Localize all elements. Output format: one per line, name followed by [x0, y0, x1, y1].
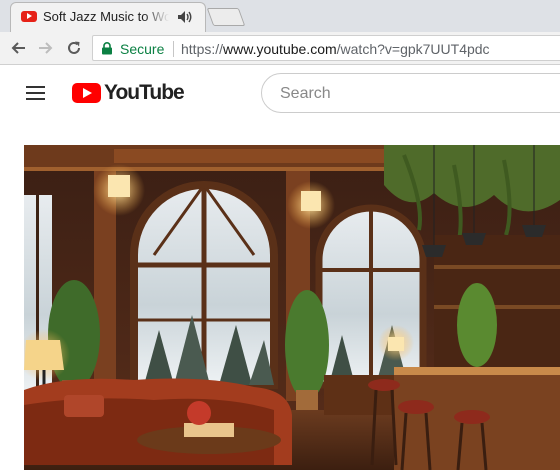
browser-tab-active[interactable]: Soft Jazz Music to Work: [10, 2, 206, 32]
video-player[interactable]: [24, 145, 560, 470]
tab-title: Soft Jazz Music to Work: [43, 9, 169, 24]
browser-tab-strip: Soft Jazz Music to Work: [0, 0, 560, 32]
arrow-left-icon[interactable]: [10, 40, 26, 56]
video-thumbnail-image: [24, 145, 560, 470]
url-path: /watch?v=gpk7UUT4pdc: [336, 41, 490, 57]
youtube-favicon-icon: [21, 11, 37, 22]
url-text[interactable]: https://www.youtube.com/watch?v=gpk7UUT4…: [181, 41, 490, 57]
reload-icon[interactable]: [66, 40, 82, 56]
youtube-logo[interactable]: YouTube: [72, 81, 192, 104]
omnibox-divider: [173, 41, 174, 57]
browser-toolbar: Secure https://www.youtube.com/watch?v=g…: [0, 32, 560, 65]
youtube-header: YouTube: [0, 65, 560, 125]
new-tab-button[interactable]: [206, 8, 246, 26]
search-box[interactable]: [261, 73, 560, 113]
address-bar[interactable]: Secure https://www.youtube.com/watch?v=g…: [92, 35, 560, 61]
arrow-right-icon[interactable]: [38, 40, 54, 56]
youtube-play-logo-icon: [72, 83, 101, 103]
url-host: www.youtube.com: [223, 41, 337, 57]
search-input[interactable]: [278, 82, 560, 106]
speaker-icon[interactable]: [177, 10, 193, 24]
lock-icon[interactable]: [101, 42, 113, 55]
secure-label: Secure: [120, 41, 165, 57]
hamburger-menu-icon[interactable]: [26, 84, 46, 102]
youtube-logo-text: YouTube: [104, 81, 185, 104]
url-scheme: https://: [181, 41, 224, 57]
